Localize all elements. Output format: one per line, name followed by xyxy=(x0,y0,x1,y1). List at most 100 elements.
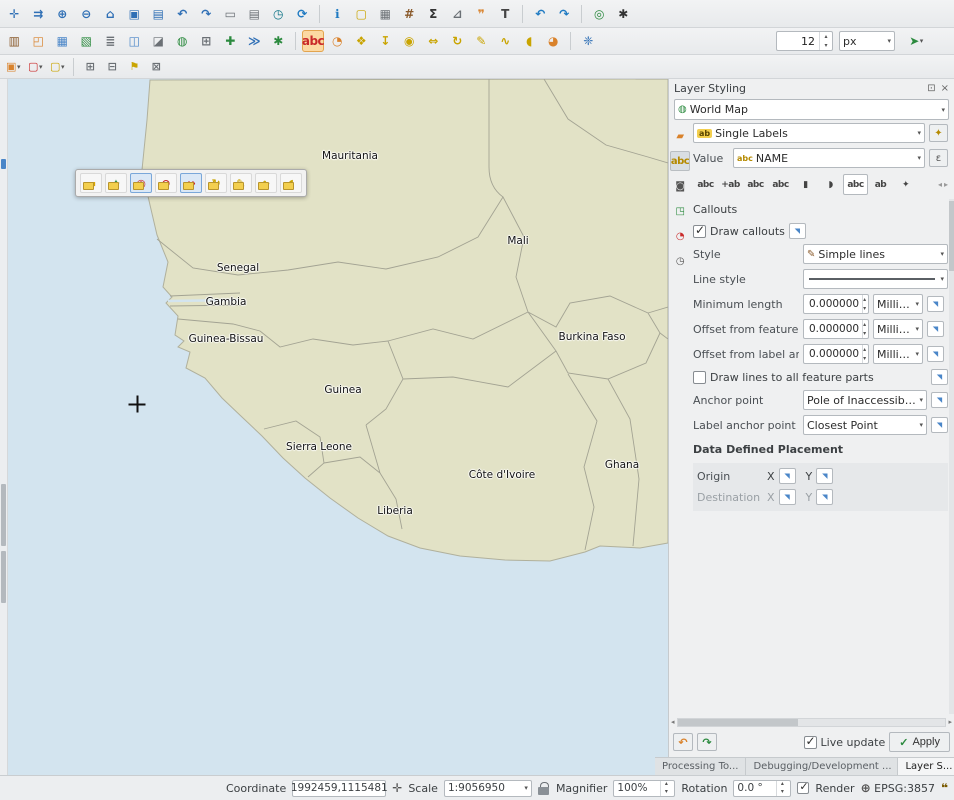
undock-icon[interactable]: ⊡ xyxy=(927,83,935,94)
messages-icon[interactable]: ❝ xyxy=(941,781,948,795)
debugging-development-tab[interactable]: Debugging/Development ... xyxy=(746,758,898,775)
add-raster-layer[interactable]: ▦ xyxy=(51,30,73,52)
data-defined-offset-label-area-button[interactable]: ◥ xyxy=(927,346,944,362)
offset-from-feature-unit-combo[interactable]: Millime ▾ xyxy=(873,319,923,339)
data-defined-origin-x-button[interactable]: ◥ xyxy=(779,468,796,484)
metasearch[interactable]: ◎ xyxy=(588,3,610,25)
3d-view-tab[interactable]: ◳ xyxy=(670,201,690,221)
pan-map[interactable]: ✛ xyxy=(3,3,25,25)
formatting-tab[interactable]: +ab xyxy=(718,174,743,195)
layer-styling-tab[interactable]: Layer S... xyxy=(898,758,954,775)
label-callout-tool[interactable]: ◖ xyxy=(518,30,540,52)
curved-label-tool[interactable]: ∿ xyxy=(255,173,277,193)
layer-labeling-options[interactable]: abc xyxy=(302,30,324,52)
paste-style[interactable]: ⊟ xyxy=(102,58,122,76)
live-update-checkbox[interactable] xyxy=(804,736,817,749)
pan-to-selection[interactable]: ⇉ xyxy=(27,3,49,25)
rotation-spinbox[interactable]: 0.0 ° ▴▾ xyxy=(733,780,791,797)
new-print-layout[interactable]: ▭ xyxy=(219,3,241,25)
scroll-right-icon[interactable]: ▸ xyxy=(948,718,952,726)
text-annotation[interactable]: T xyxy=(494,3,516,25)
zoom-full-extent[interactable]: ⌂ xyxy=(99,3,121,25)
background-tab[interactable]: ▮ xyxy=(793,174,818,195)
magnifier-spinbox[interactable]: 100% ▴▾ xyxy=(613,780,675,797)
spin-up-icon[interactable]: ▴ xyxy=(661,781,671,789)
python-console[interactable]: ≫ xyxy=(243,30,265,52)
refresh-map[interactable]: ⟳ xyxy=(291,3,313,25)
open-attribute-table[interactable]: ▦ xyxy=(374,3,396,25)
style-history-back-button[interactable]: ↶ xyxy=(673,733,693,751)
zoom-to-selection[interactable]: ▣ xyxy=(123,3,145,25)
callout-style-widget[interactable]: ▢ xyxy=(47,58,67,76)
spin-down-icon[interactable]: ▾ xyxy=(863,354,866,363)
scrollbar-track[interactable] xyxy=(677,718,947,727)
label-mode-combo[interactable]: ab Single Labels ▾ xyxy=(693,123,925,143)
label-size-unit-combo[interactable]: px ▾ xyxy=(839,31,895,51)
plugin-tool[interactable]: ✱ xyxy=(612,3,634,25)
extents-toggle-icon[interactable]: ✛ xyxy=(392,781,402,795)
scroll-left-icon[interactable]: ◂ xyxy=(671,718,675,726)
statistical-summary[interactable]: Σ xyxy=(422,3,444,25)
zoom-out[interactable]: ⊖ xyxy=(75,3,97,25)
callout-properties-tool[interactable]: ◖ xyxy=(280,173,302,193)
add-mesh-layer[interactable]: ▧ xyxy=(75,30,97,52)
scale-combo[interactable]: 1:9056950 ▾ xyxy=(444,780,532,797)
pin-unpin-labels[interactable]: ✦ xyxy=(105,173,127,193)
spin-down-icon[interactable]: ▾ xyxy=(820,41,832,50)
spin-up-icon[interactable]: ▴ xyxy=(863,345,866,354)
value-field-combo[interactable]: abc NAME ▾ xyxy=(733,148,925,168)
diagrams-tab[interactable]: ◔ xyxy=(670,226,690,246)
mask-tab[interactable]: ◙ xyxy=(670,176,690,196)
layer-diagram-options[interactable]: ◔ xyxy=(326,30,348,52)
tab-scroll-right-icon[interactable]: ▸ xyxy=(944,180,948,189)
left-dock-tab-3[interactable] xyxy=(1,551,6,603)
highlight-pinned-labels[interactable]: ▬ xyxy=(80,173,102,193)
show-hide-labels[interactable]: ◉ xyxy=(130,173,152,193)
offset-from-feature-value[interactable]: 0.000000 xyxy=(807,323,859,335)
symbology-tab[interactable]: ▰ xyxy=(670,126,690,146)
panel-vertical-scrollbar[interactable] xyxy=(949,199,954,714)
scrollbar-thumb[interactable] xyxy=(678,719,799,726)
add-postgis-layer[interactable]: ◫ xyxy=(123,30,145,52)
spin-down-icon[interactable]: ▾ xyxy=(863,329,866,338)
pin-unpin-labels[interactable]: ↧ xyxy=(374,30,396,52)
spin-up-icon[interactable]: ▴ xyxy=(863,295,866,304)
rendering-tab[interactable]: ✦ xyxy=(893,174,918,195)
identify-features[interactable]: ℹ xyxy=(326,3,348,25)
data-defined-origin-y-button[interactable]: ◥ xyxy=(816,468,833,484)
temporal-controller[interactable]: ◷ xyxy=(267,3,289,25)
add-wms-layer[interactable]: ◍ xyxy=(171,30,193,52)
left-dock-tab-2[interactable] xyxy=(1,484,6,546)
label-style-widget[interactable]: ▢ xyxy=(25,58,45,76)
symbology-style-widget[interactable]: ▣ xyxy=(3,58,23,76)
undo[interactable]: ↶ xyxy=(529,3,551,25)
grid-tool[interactable]: ⊠ xyxy=(146,58,166,76)
anchor-point-combo[interactable]: Pole of Inaccessibility ▾ xyxy=(803,390,927,410)
diagram-options[interactable]: ◕ xyxy=(542,30,564,52)
spin-up-icon[interactable]: ▴ xyxy=(863,320,866,329)
draw-lines-all-parts-checkbox[interactable] xyxy=(693,371,706,384)
label-anchor-point-combo[interactable]: Closest Point ▾ xyxy=(803,415,927,435)
offset-from-feature-spinbox[interactable]: 0.000000 ▴▾ xyxy=(803,319,869,339)
automated-placement-button[interactable]: ✦ xyxy=(929,124,948,142)
spin-up-icon[interactable]: ▴ xyxy=(777,781,787,789)
flag-tool[interactable]: ⚑ xyxy=(124,58,144,76)
panel-horizontal-scrollbar[interactable]: ◂ ▸ xyxy=(671,716,952,728)
map-effects[interactable]: ❈ xyxy=(577,30,599,52)
zoom-in[interactable]: ⊕ xyxy=(51,3,73,25)
label-size-spinbox[interactable]: 12 ▴ ▾ xyxy=(776,31,833,51)
select-features[interactable]: ▢ xyxy=(350,3,372,25)
callouts-tab[interactable]: abc xyxy=(843,174,868,195)
spin-up-icon[interactable]: ▴ xyxy=(820,32,832,41)
render-checkbox[interactable] xyxy=(797,782,809,794)
data-defined-draw-callouts-button[interactable]: ◥ xyxy=(789,223,806,239)
hide-selected-labels[interactable]: ⊘ xyxy=(155,173,177,193)
spin-down-icon[interactable]: ▾ xyxy=(661,788,671,796)
spin-arrows[interactable]: ▴ ▾ xyxy=(819,32,832,50)
move-label[interactable]: ⇔ xyxy=(422,30,444,52)
add-vector-layer[interactable]: ◰ xyxy=(27,30,49,52)
processing-toolbox-tab[interactable]: Processing To... xyxy=(655,758,746,775)
curved-label-tool[interactable]: ∿ xyxy=(494,30,516,52)
minimum-length-spinbox[interactable]: 0.000000 ▴▾ xyxy=(803,294,869,314)
rotate-label[interactable]: ↻ xyxy=(446,30,468,52)
